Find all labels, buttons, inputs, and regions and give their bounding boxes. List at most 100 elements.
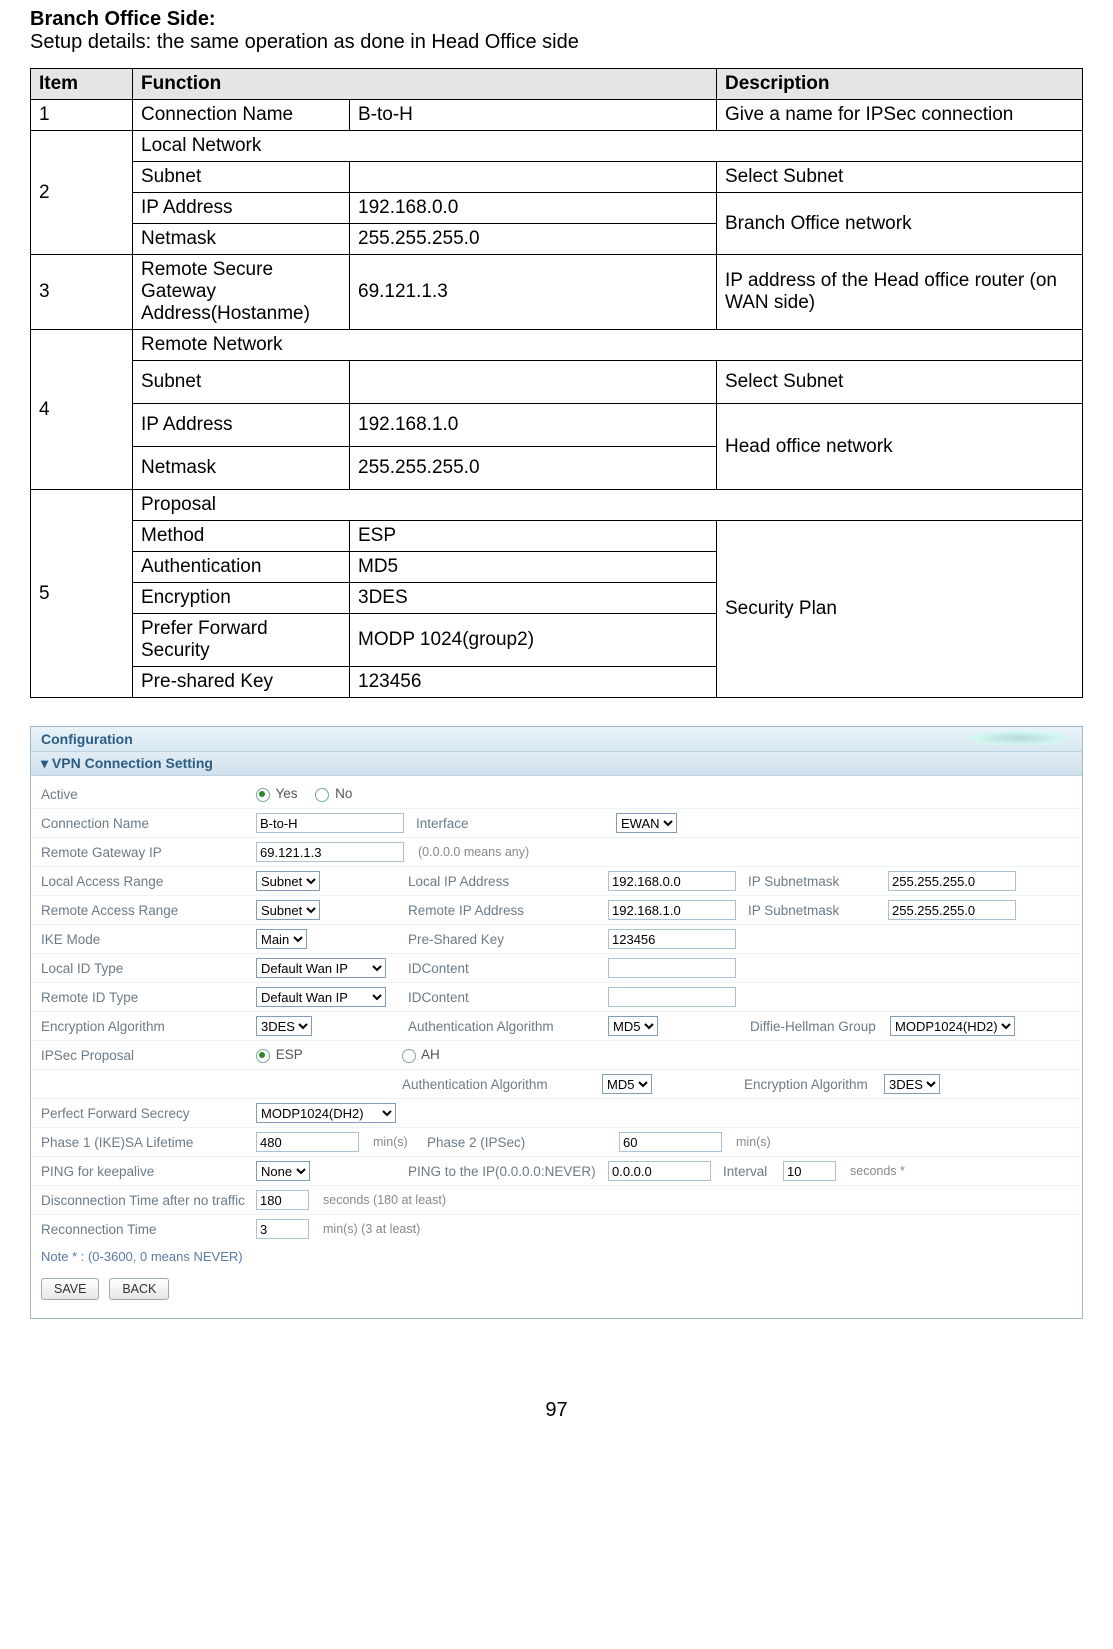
select-remote-id[interactable]: Default Wan IP [256,987,386,1007]
cell-name: Authentication [133,552,350,583]
input-remote-ip[interactable] [608,900,736,920]
select-enc-alg[interactable]: 3DES [256,1016,312,1036]
label-phase1: Phase 1 (IKE)SA Lifetime [31,1135,256,1150]
radio-label-ah: AH [421,1047,440,1062]
cell-group-header: Local Network [133,131,1083,162]
cell-value [350,361,717,404]
label-remote-gw: Remote Gateway IP [31,845,256,860]
select-remote-range[interactable]: Subnet [256,900,320,920]
cell-name: Encryption [133,583,350,614]
input-rid-content[interactable] [608,987,736,1007]
input-reconnect-time[interactable] [256,1219,309,1239]
label-phase2: Phase 2 (IPSec) [421,1135,619,1150]
cell-name: Netmask [133,224,350,255]
select-pfs[interactable]: MODP1024(DH2) [256,1103,396,1123]
back-button[interactable]: BACK [109,1278,169,1300]
input-conn-name[interactable] [256,813,404,833]
label-rid-content: IDContent [402,990,608,1005]
cell-group-header: Proposal [133,490,1083,521]
cell-desc: IP address of the Head office router (on… [717,255,1083,330]
cell-name: Subnet [133,361,350,404]
radio-active-no[interactable] [315,788,329,802]
cell-value: 255.255.255.0 [350,224,717,255]
cell-desc: Branch Office network [717,193,1083,255]
input-lid-content[interactable] [608,958,736,978]
cell-desc: Select Subnet [717,361,1083,404]
cell-value: 3DES [350,583,717,614]
label-auth-alg: Authentication Algorithm [402,1019,608,1034]
cell-item: 1 [31,100,133,131]
select-local-id[interactable]: Default Wan IP [256,958,386,978]
table-row: Method ESP Security Plan [31,521,1083,552]
label-psk: Pre-Shared Key [402,932,608,947]
select-dh-group[interactable]: MODP1024(HD2) [890,1016,1015,1036]
input-phase1[interactable] [256,1132,359,1152]
cell-item: 3 [31,255,133,330]
cell-item: 2 [31,131,133,255]
hint-remote-gw: (0.0.0.0 means any) [418,845,529,859]
input-remote-gw[interactable] [256,842,404,862]
select-auth-alg[interactable]: MD5 [608,1016,658,1036]
unit-phase2: min(s) [736,1135,771,1149]
table-row: IP Address 192.168.1.0 Head office netwo… [31,404,1083,447]
label-ping-keepalive: PING for keepalive [31,1164,256,1179]
radio-ah[interactable] [402,1049,416,1063]
label-local-id: Local ID Type [31,961,256,976]
cell-name: Method [133,521,350,552]
radio-esp[interactable] [256,1049,270,1063]
input-psk[interactable] [608,929,736,949]
label-pfs: Perfect Forward Secrecy [31,1106,256,1121]
radio-label-no: No [335,786,352,801]
unit-disconnect: seconds (180 at least) [323,1193,446,1207]
label-ike-mode: IKE Mode [31,932,256,947]
label-disconnect-time: Disconnection Time after no traffic [31,1193,256,1208]
label-active: Active [31,787,256,802]
cell-value [350,162,717,193]
label-remote-range: Remote Access Range [31,903,256,918]
label-ipsec-auth-alg: Authentication Algorithm [396,1077,602,1092]
select-ping-keepalive[interactable]: None [256,1161,310,1181]
cell-name: IP Address [133,193,350,224]
cell-value: 192.168.0.0 [350,193,717,224]
input-phase2[interactable] [619,1132,722,1152]
save-button[interactable]: SAVE [41,1278,99,1300]
input-local-mask[interactable] [888,871,1016,891]
input-interval[interactable] [783,1161,836,1181]
select-ipsec-auth-alg[interactable]: MD5 [602,1074,652,1094]
select-ipsec-enc-alg[interactable]: 3DES [884,1074,940,1094]
label-enc-alg: Encryption Algorithm [31,1019,256,1034]
cell-name: Subnet [133,162,350,193]
cell-name: IP Address [133,404,350,447]
label-interface: Interface [410,816,616,831]
label-conn-name: Connection Name [31,816,256,831]
table-row: 1 Connection Name B-to-H Give a name for… [31,100,1083,131]
label-lid-content: IDContent [402,961,608,976]
label-remote-mask: IP Subnetmask [742,903,888,918]
table-row: 3 Remote Secure Gateway Address(Hostanme… [31,255,1083,330]
table-row: 4 Remote Network [31,330,1083,361]
table-row: Subnet Select Subnet [31,361,1083,404]
select-local-range[interactable]: Subnet [256,871,320,891]
label-dh-group: Diffie-Hellman Group [744,1019,890,1034]
unit-phase1: min(s) [373,1135,421,1149]
label-interval: Interval [717,1164,783,1179]
label-local-mask: IP Subnetmask [742,874,888,889]
input-ping-toip[interactable] [608,1161,711,1181]
input-remote-mask[interactable] [888,900,1016,920]
cell-value: MD5 [350,552,717,583]
cell-group-header: Remote Network [133,330,1083,361]
cell-value: 192.168.1.0 [350,404,717,447]
select-ike-mode[interactable]: Main [256,929,307,949]
select-interface[interactable]: EWAN [616,813,677,833]
cell-value: 69.121.1.3 [350,255,717,330]
cell-desc: Give a name for IPSec connection [717,100,1083,131]
radio-active-yes[interactable] [256,788,270,802]
section-bar[interactable]: VPN Connection Setting [31,752,1082,776]
cell-desc: Select Subnet [717,162,1083,193]
radio-label-yes: Yes [276,786,298,801]
cell-name: Connection Name [133,100,350,131]
label-remote-id: Remote ID Type [31,990,256,1005]
input-local-ip[interactable] [608,871,736,891]
input-disconnect-time[interactable] [256,1190,309,1210]
note-text: Note * : (0-3600, 0 means NEVER) [31,1243,1082,1270]
